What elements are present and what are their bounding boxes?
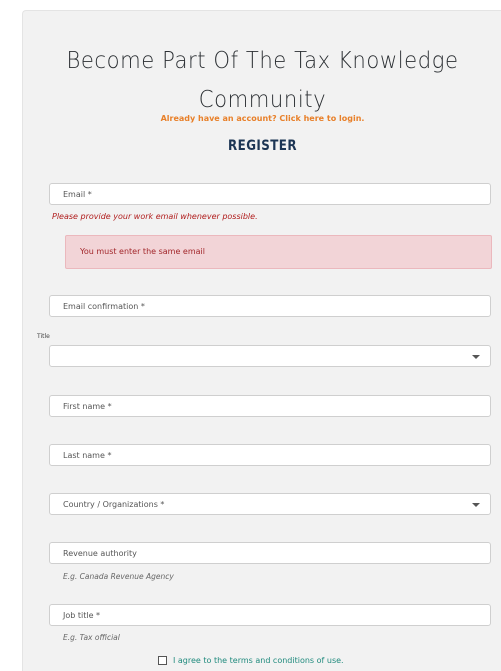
revenue-authority-field[interactable]: Revenue authority [49,542,491,564]
register-heading: REGISTER [228,138,297,154]
terms-row[interactable]: I agree to the terms and conditions of u… [158,656,344,665]
job-title-placeholder: Job title * [63,611,101,620]
title-select[interactable] [49,345,491,367]
revenue-placeholder: Revenue authority [63,549,137,558]
email-confirmation-placeholder: Email confirmation * [63,302,145,311]
first-name-placeholder: First name * [63,402,112,411]
job-title-hint: E.g. Tax official [63,633,120,642]
first-name-field[interactable]: First name * [49,395,491,417]
email-field[interactable]: Email * [49,183,491,205]
email-placeholder: Email * [63,190,92,199]
terms-checkbox[interactable] [158,656,167,665]
login-link[interactable]: Already have an account? Click here to l… [23,114,501,123]
page-title-line1: Become Part Of The Tax Knowledge [66,48,459,74]
terms-label[interactable]: I agree to the terms and conditions of u… [173,656,344,665]
last-name-placeholder: Last name * [63,451,112,460]
email-confirmation-field[interactable]: Email confirmation * [49,295,491,317]
chevron-down-icon [472,503,480,507]
job-title-field[interactable]: Job title * [49,604,491,626]
title-label: Title [37,333,50,340]
registration-card: Become Part Of The Tax Knowledge Communi… [22,10,501,671]
email-mismatch-alert: You must enter the same email [65,235,492,269]
email-hint: Please provide your work email whenever … [52,212,258,221]
country-placeholder: Country / Organizations * [63,500,165,509]
last-name-field[interactable]: Last name * [49,444,491,466]
country-select[interactable]: Country / Organizations * [49,493,491,515]
revenue-hint: E.g. Canada Revenue Agency [63,572,174,581]
chevron-down-icon [472,355,480,359]
alert-message: You must enter the same email [80,247,205,256]
